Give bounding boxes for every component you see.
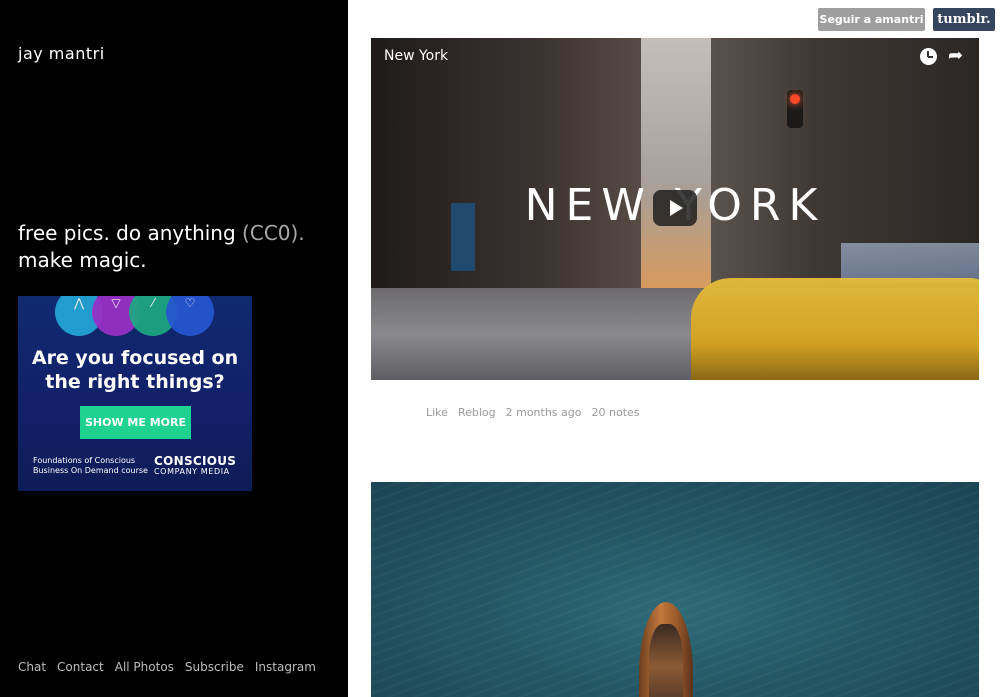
heart-icon: ♡: [184, 296, 196, 310]
video-title[interactable]: New York: [384, 48, 448, 64]
nav-link-contact[interactable]: Contact: [57, 660, 104, 674]
ad-cta-button[interactable]: SHOW ME MORE: [80, 406, 191, 439]
like-link[interactable]: Like: [426, 406, 448, 419]
link-icon: ⁄: [151, 296, 154, 310]
ad-headline: Are you focused on the right things?: [31, 347, 239, 393]
mountain-icon: ⋀: [74, 296, 84, 310]
post-actions: Like Reblog 2 months ago 20 notes: [426, 406, 640, 419]
ad-brand-sub: COMPANY MEDIA: [154, 467, 230, 476]
notes-count[interactable]: 20 notes: [592, 406, 640, 419]
traffic-light: [787, 90, 803, 128]
share-icon[interactable]: ➦: [948, 46, 968, 66]
ad-brand-logo: CONSCIOUS: [154, 454, 237, 468]
play-button[interactable]: [653, 190, 697, 226]
follow-button[interactable]: Seguir a amantri: [818, 8, 925, 31]
video-scene-bus: [841, 243, 979, 283]
sidebar-ad-banner[interactable]: ⋀ ▽ ⁄ ♡ Are you focused on the right thi…: [18, 296, 252, 491]
reblog-link[interactable]: Reblog: [458, 406, 496, 419]
tagline-line2: make magic.: [18, 248, 147, 272]
post-timestamp[interactable]: 2 months ago: [506, 406, 582, 419]
blog-title[interactable]: jay mantri: [18, 44, 105, 63]
ad-footnote: Foundations of Conscious Business On Dem…: [33, 456, 148, 475]
nav-link-instagram[interactable]: Instagram: [255, 660, 316, 674]
photo-post[interactable]: [371, 482, 979, 697]
funnel-icon: ▽: [111, 296, 121, 310]
ad-circle-4: ♡: [166, 296, 214, 336]
watch-later-icon[interactable]: [920, 48, 937, 65]
sidebar-nav: Chat Contact All Photos Subscribe Instag…: [18, 660, 316, 674]
video-post[interactable]: New York ➦ NEW YORK: [371, 38, 979, 380]
tumblr-logo-button[interactable]: tumblr.: [933, 8, 995, 31]
video-scene-sky: [633, 38, 723, 288]
tagline-cc0: (CC0).: [242, 221, 305, 245]
sidebar: jay mantri free pics. do anything (CC0).…: [0, 0, 348, 697]
nav-link-all-photos[interactable]: All Photos: [115, 660, 174, 674]
nav-link-chat[interactable]: Chat: [18, 660, 46, 674]
tagline-text: free pics. do anything: [18, 221, 243, 245]
blog-tagline: free pics. do anything (CC0). make magic…: [18, 220, 338, 274]
nav-link-subscribe[interactable]: Subscribe: [185, 660, 244, 674]
video-scene-taxi: [691, 278, 979, 380]
